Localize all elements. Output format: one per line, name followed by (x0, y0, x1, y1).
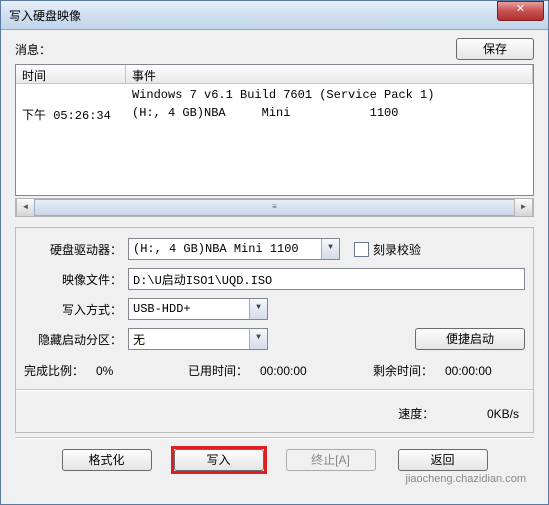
log-header: 时间 事件 (16, 65, 533, 84)
image-row: 映像文件： D:\U启动ISO1\UQD.ISO (24, 268, 525, 290)
form-area: 硬盘驱动器： (H:, 4 GB)NBA Mini 1100 ▼ 刻录校验 映像… (15, 227, 534, 433)
save-button[interactable]: 保存 (456, 38, 534, 60)
close-button[interactable]: ✕ (497, 1, 544, 21)
hide-boot-value: 无 (133, 331, 145, 348)
dialog-window: 写入硬盘映像 ✕ 消息： 保存 时间 事件 Windows 7 v6.1 Bui… (0, 0, 549, 505)
hide-boot-label: 隐藏启动分区： (24, 331, 128, 348)
horizontal-scrollbar[interactable]: ◄ ≡ ► (15, 198, 534, 217)
drive-combo[interactable]: (H:, 4 GB)NBA Mini 1100 ▼ (128, 238, 340, 260)
action-row: 格式化 写入 终止[A] 返回 (15, 443, 534, 473)
complete-label: 完成比例： (24, 362, 96, 379)
image-path-value: D:\U启动ISO1\UQD.ISO (133, 271, 272, 288)
chevron-down-icon[interactable]: ▼ (321, 239, 339, 259)
watermark: jiaocheng.chazidian.com (15, 473, 534, 485)
drive-row: 硬盘驱动器： (H:, 4 GB)NBA Mini 1100 ▼ 刻录校验 (24, 238, 525, 260)
write-mode-row: 写入方式： USB-HDD+ ▼ (24, 298, 525, 320)
titlebar[interactable]: 写入硬盘映像 ✕ (1, 1, 548, 30)
log-event: Windows 7 v6.1 Build 7601 (Service Pack … (126, 86, 533, 104)
window-title: 写入硬盘映像 (9, 7, 497, 24)
log-row: Windows 7 v6.1 Build 7601 (Service Pack … (16, 86, 533, 104)
col-header-event[interactable]: 事件 (126, 65, 533, 83)
chevron-down-icon[interactable]: ▼ (249, 299, 267, 319)
scroll-left-icon[interactable]: ◄ (16, 199, 35, 216)
scroll-right-icon[interactable]: ► (514, 199, 533, 216)
write-button-highlight: 写入 (171, 446, 267, 474)
chevron-down-icon[interactable]: ▼ (249, 329, 267, 349)
divider (15, 437, 534, 439)
format-button[interactable]: 格式化 (62, 449, 152, 471)
write-mode-label: 写入方式： (24, 301, 128, 318)
dialog-body: 消息： 保存 时间 事件 Windows 7 v6.1 Build 7601 (… (1, 30, 548, 504)
write-button[interactable]: 写入 (174, 449, 264, 471)
log-rows: Windows 7 v6.1 Build 7601 (Service Pack … (16, 84, 533, 195)
abort-button: 终止[A] (286, 449, 376, 471)
verify-label: 刻录校验 (373, 241, 421, 258)
speed-row: 速度： 0KB/s (24, 397, 525, 426)
log-time: 下午 05:26:34 (16, 104, 126, 125)
convenient-boot-button[interactable]: 便捷启动 (415, 328, 525, 350)
return-button[interactable]: 返回 (398, 449, 488, 471)
divider (16, 389, 533, 391)
verify-checkbox[interactable] (354, 242, 369, 257)
log-panel: 时间 事件 Windows 7 v6.1 Build 7601 (Service… (15, 64, 534, 196)
scroll-thumb[interactable]: ≡ (34, 199, 515, 216)
col-header-time[interactable]: 时间 (16, 65, 126, 83)
drive-value: (H:, 4 GB)NBA Mini 1100 (133, 242, 299, 256)
message-label: 消息： (15, 41, 456, 58)
write-mode-value: USB-HDD+ (133, 302, 191, 316)
image-path-input[interactable]: D:\U启动ISO1\UQD.ISO (128, 268, 525, 290)
image-label: 映像文件： (24, 271, 128, 288)
log-time (16, 86, 126, 104)
elapsed-label: 已用时间： (176, 362, 248, 379)
hide-boot-combo[interactable]: 无 ▼ (128, 328, 268, 350)
elapsed-value: 00:00:00 (248, 364, 350, 378)
hide-boot-row: 隐藏启动分区： 无 ▼ 便捷启动 (24, 328, 525, 350)
message-row: 消息： 保存 (15, 38, 534, 60)
remain-value: 00:00:00 (433, 364, 525, 378)
close-icon: ✕ (516, 3, 525, 15)
speed-value: 0KB/s (487, 407, 519, 421)
write-mode-combo[interactable]: USB-HDD+ ▼ (128, 298, 268, 320)
stats-row: 完成比例： 0% 已用时间： 00:00:00 剩余时间： 00:00:00 (24, 358, 525, 383)
complete-value: 0% (96, 364, 176, 378)
log-event: (H:, 4 GB)NBA Mini 1100 (126, 104, 533, 125)
log-row: 下午 05:26:34 (H:, 4 GB)NBA Mini 1100 (16, 104, 533, 125)
drive-label: 硬盘驱动器： (24, 241, 128, 258)
remain-label: 剩余时间： (350, 362, 433, 379)
speed-label: 速度： (398, 407, 434, 421)
